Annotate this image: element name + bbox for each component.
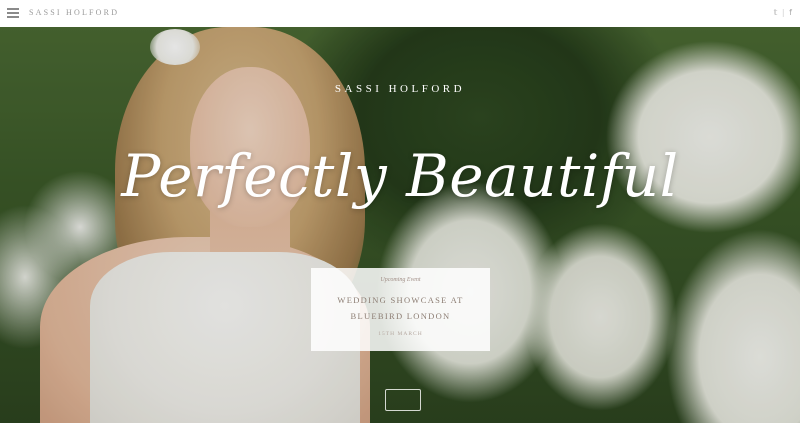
social-links: 𝕥 | f: [774, 8, 792, 17]
event-title-line-2: BLUEBIRD LONDON: [350, 311, 451, 321]
hero-brand-logo: SASSI HOLFORD: [334, 83, 466, 95]
upcoming-event-card[interactable]: Upcoming Event WEDDING SHOWCASE AT BLUEB…: [311, 268, 490, 351]
event-title-line-1: WEDDING SHOWCASE AT: [337, 295, 464, 305]
social-separator: |: [781, 8, 785, 17]
scroll-down-button[interactable]: [385, 389, 421, 411]
twitter-icon[interactable]: 𝕥: [774, 8, 778, 17]
header-brand-logo[interactable]: SASSI HOLFORD: [29, 8, 119, 17]
hero-headline: Perfectly Beautiful: [121, 142, 679, 210]
top-navigation-bar: SASSI HOLFORD 𝕥 | f: [0, 0, 800, 27]
event-kicker: Upcoming Event: [380, 277, 421, 283]
facebook-icon[interactable]: f: [789, 8, 792, 17]
hero-banner: SASSI HOLFORD Perfectly Beautiful Upcomi…: [0, 27, 800, 423]
event-date: 15TH MARCH: [378, 331, 423, 337]
hamburger-menu-icon[interactable]: [7, 8, 19, 18]
event-title: WEDDING SHOWCASE AT BLUEBIRD LONDON: [311, 292, 490, 324]
